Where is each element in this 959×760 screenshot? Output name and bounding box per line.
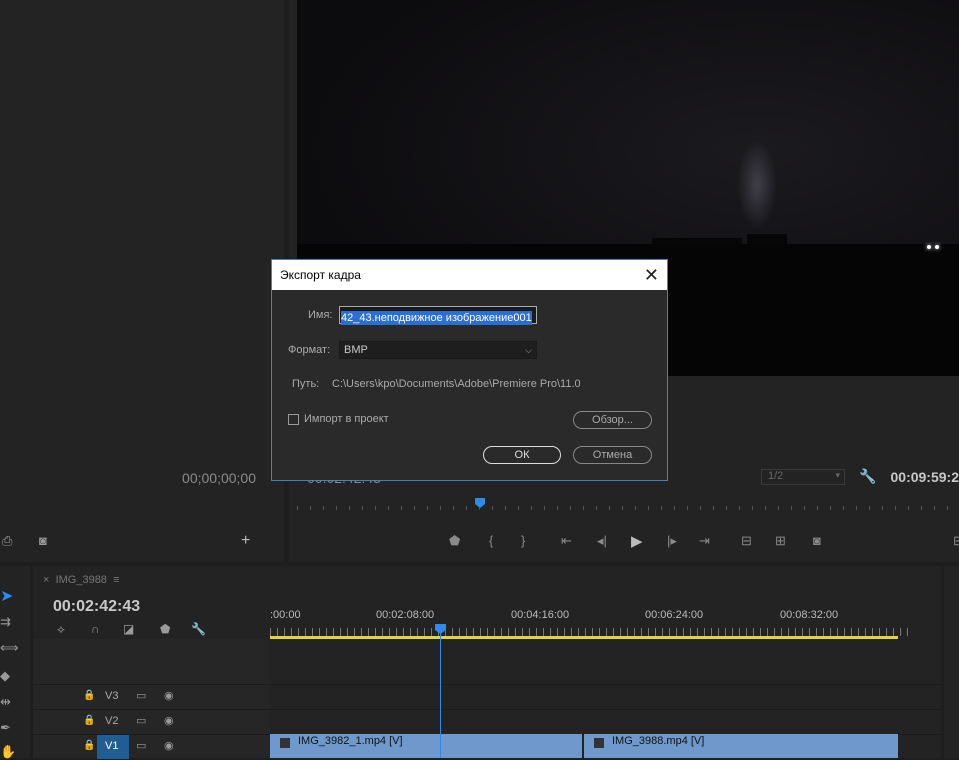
light-point <box>935 245 939 249</box>
export-frame-icon[interactable]: ⎙ <box>2 533 12 549</box>
wrench-icon[interactable]: 🔧 <box>191 622 206 636</box>
ok-button[interactable]: ОК <box>483 446 561 464</box>
play-icon[interactable]: ▶ <box>631 532 643 550</box>
lightning-glow <box>737 140 777 230</box>
lock-icon[interactable]: 🔒 <box>83 740 95 751</box>
add-button-icon[interactable]: + <box>241 532 250 550</box>
name-label: Имя: <box>308 309 332 321</box>
sync-lock-icon[interactable]: ▭ <box>136 689 146 702</box>
linked-selection-icon[interactable]: ◪ <box>123 622 134 636</box>
name-field[interactable]: 42_43.неподвижное изображение001 <box>339 306 537 324</box>
path-value: C:\Users\kpo\Documents\Adobe\Premiere Pr… <box>332 378 581 390</box>
right-panel-strip <box>944 566 959 758</box>
track-name: V1 <box>105 740 118 752</box>
more-controls-icon[interactable]: ⊟ <box>953 533 959 549</box>
eye-icon[interactable]: ◉ <box>164 714 174 727</box>
source-timecode: 00;00;00;00 <box>182 470 256 486</box>
format-select[interactable]: BMP ⌵ <box>339 341 537 359</box>
sequence-tab-label: IMG_3988 <box>56 574 107 586</box>
dialog-titlebar[interactable]: Экспорт кадра ✕ <box>272 260 667 290</box>
snap-icon[interactable]: ∩ <box>91 622 100 636</box>
sync-lock-icon[interactable]: ▭ <box>136 739 146 752</box>
timeline-timecode[interactable]: 00:02:42:43 <box>53 598 140 616</box>
program-timecode-duration: 00:09:59:2 <box>891 469 959 485</box>
import-label: Импорт в проект <box>304 413 389 425</box>
timeline-ruler-ticks[interactable] <box>270 628 914 636</box>
mark-out-icon[interactable]: } <box>521 533 525 548</box>
track-row-v2: 🔒 V2 ▭ ◉ <box>33 709 941 734</box>
timeline-panel: × IMG_3988 ≡ 00:02:42:43 ⟡ ∩ ◪ ⬟ 🔧 :00:0… <box>33 566 941 758</box>
timeline-playhead-line[interactable] <box>440 626 441 758</box>
fx-icon <box>280 738 290 748</box>
extract-icon[interactable]: ⊞ <box>775 533 786 549</box>
track-select-icon[interactable]: ⇉ <box>0 614 11 630</box>
format-label: Формат: <box>288 344 330 356</box>
name-value: 42_43.неподвижное изображение001 <box>341 311 532 325</box>
wrench-icon[interactable]: 🔧 <box>859 468 876 485</box>
video-clip[interactable]: IMG_3982_1.mp4 [V] <box>270 734 582 758</box>
dialog-title: Экспорт кадра <box>280 268 361 282</box>
go-to-out-icon[interactable]: ⇥ <box>699 533 710 549</box>
eye-icon[interactable]: ◉ <box>164 689 174 702</box>
fx-icon <box>594 738 604 748</box>
eye-icon[interactable]: ◉ <box>164 739 174 752</box>
clip-label: IMG_3988.mp4 [V] <box>612 735 704 747</box>
format-value: BMP <box>344 344 368 356</box>
ruler-label: 00:04:16:00 <box>511 609 569 621</box>
close-icon[interactable]: ✕ <box>644 264 659 286</box>
import-checkbox[interactable] <box>288 414 299 425</box>
light-point <box>927 245 931 249</box>
work-area-bar[interactable] <box>270 636 898 639</box>
mark-in-icon[interactable]: { <box>489 533 493 548</box>
ruler-label: 00:02:08:00 <box>376 609 434 621</box>
add-marker-icon[interactable]: ⬟ <box>160 622 170 636</box>
program-time-ruler[interactable] <box>297 503 959 513</box>
step-forward-icon[interactable]: |▸ <box>667 533 677 549</box>
track-name: V2 <box>105 715 118 727</box>
ruler-label: :00:00 <box>270 609 301 621</box>
lock-icon[interactable]: 🔒 <box>83 715 95 726</box>
chevron-down-icon: ▾ <box>835 470 840 481</box>
close-icon[interactable]: × <box>43 574 49 586</box>
pen-icon[interactable]: ✒ <box>0 720 11 736</box>
menu-icon[interactable]: ≡ <box>113 574 119 586</box>
clip-label: IMG_3982_1.mp4 [V] <box>298 735 403 747</box>
source-monitor-panel: 00;00;00;00 ⎙ ◙ + <box>0 0 284 562</box>
zoom-value: 1/2 <box>768 470 783 482</box>
chevron-down-icon: ⌵ <box>525 342 532 358</box>
slip-icon[interactable]: ⇹ <box>0 694 11 710</box>
track-name: V3 <box>105 690 118 702</box>
ruler-label: 00:06:24:00 <box>645 609 703 621</box>
nest-icon[interactable]: ⟡ <box>57 622 65 637</box>
razor-icon[interactable]: ◆ <box>0 668 10 684</box>
lock-icon[interactable]: 🔒 <box>83 690 95 701</box>
timeline-tab[interactable]: × IMG_3988 ≡ <box>43 574 119 586</box>
cancel-button[interactable]: Отмена <box>573 446 652 464</box>
camera-icon[interactable]: ◙ <box>39 533 47 548</box>
go-to-in-icon[interactable]: ⇤ <box>561 533 572 549</box>
video-clip[interactable]: IMG_3988.mp4 [V] <box>584 734 898 758</box>
zoom-select[interactable]: 1/2 ▾ <box>761 469 845 485</box>
tools-panel: ➤ ⇉ ⟺ ◆ ⇹ ✒ ✋ <box>0 566 30 758</box>
track-row-v3: 🔒 V3 ▭ ◉ <box>33 684 941 709</box>
step-back-icon[interactable]: ◂| <box>597 533 607 549</box>
browse-button[interactable]: Обзор... <box>573 411 652 429</box>
sync-lock-icon[interactable]: ▭ <box>136 714 146 727</box>
lift-icon[interactable]: ⊟ <box>741 533 752 549</box>
ruler-label: 00:08:32:00 <box>780 609 838 621</box>
selection-tool-icon[interactable]: ➤ <box>0 586 13 606</box>
path-label: Путь: <box>292 378 319 390</box>
ripple-edit-icon[interactable]: ⟺ <box>0 640 19 656</box>
marker-icon[interactable]: ⬟ <box>449 533 460 549</box>
export-frame-dialog: Экспорт кадра ✕ Имя: 42_43.неподвижное и… <box>271 259 668 481</box>
camera-icon[interactable]: ◙ <box>813 533 821 548</box>
